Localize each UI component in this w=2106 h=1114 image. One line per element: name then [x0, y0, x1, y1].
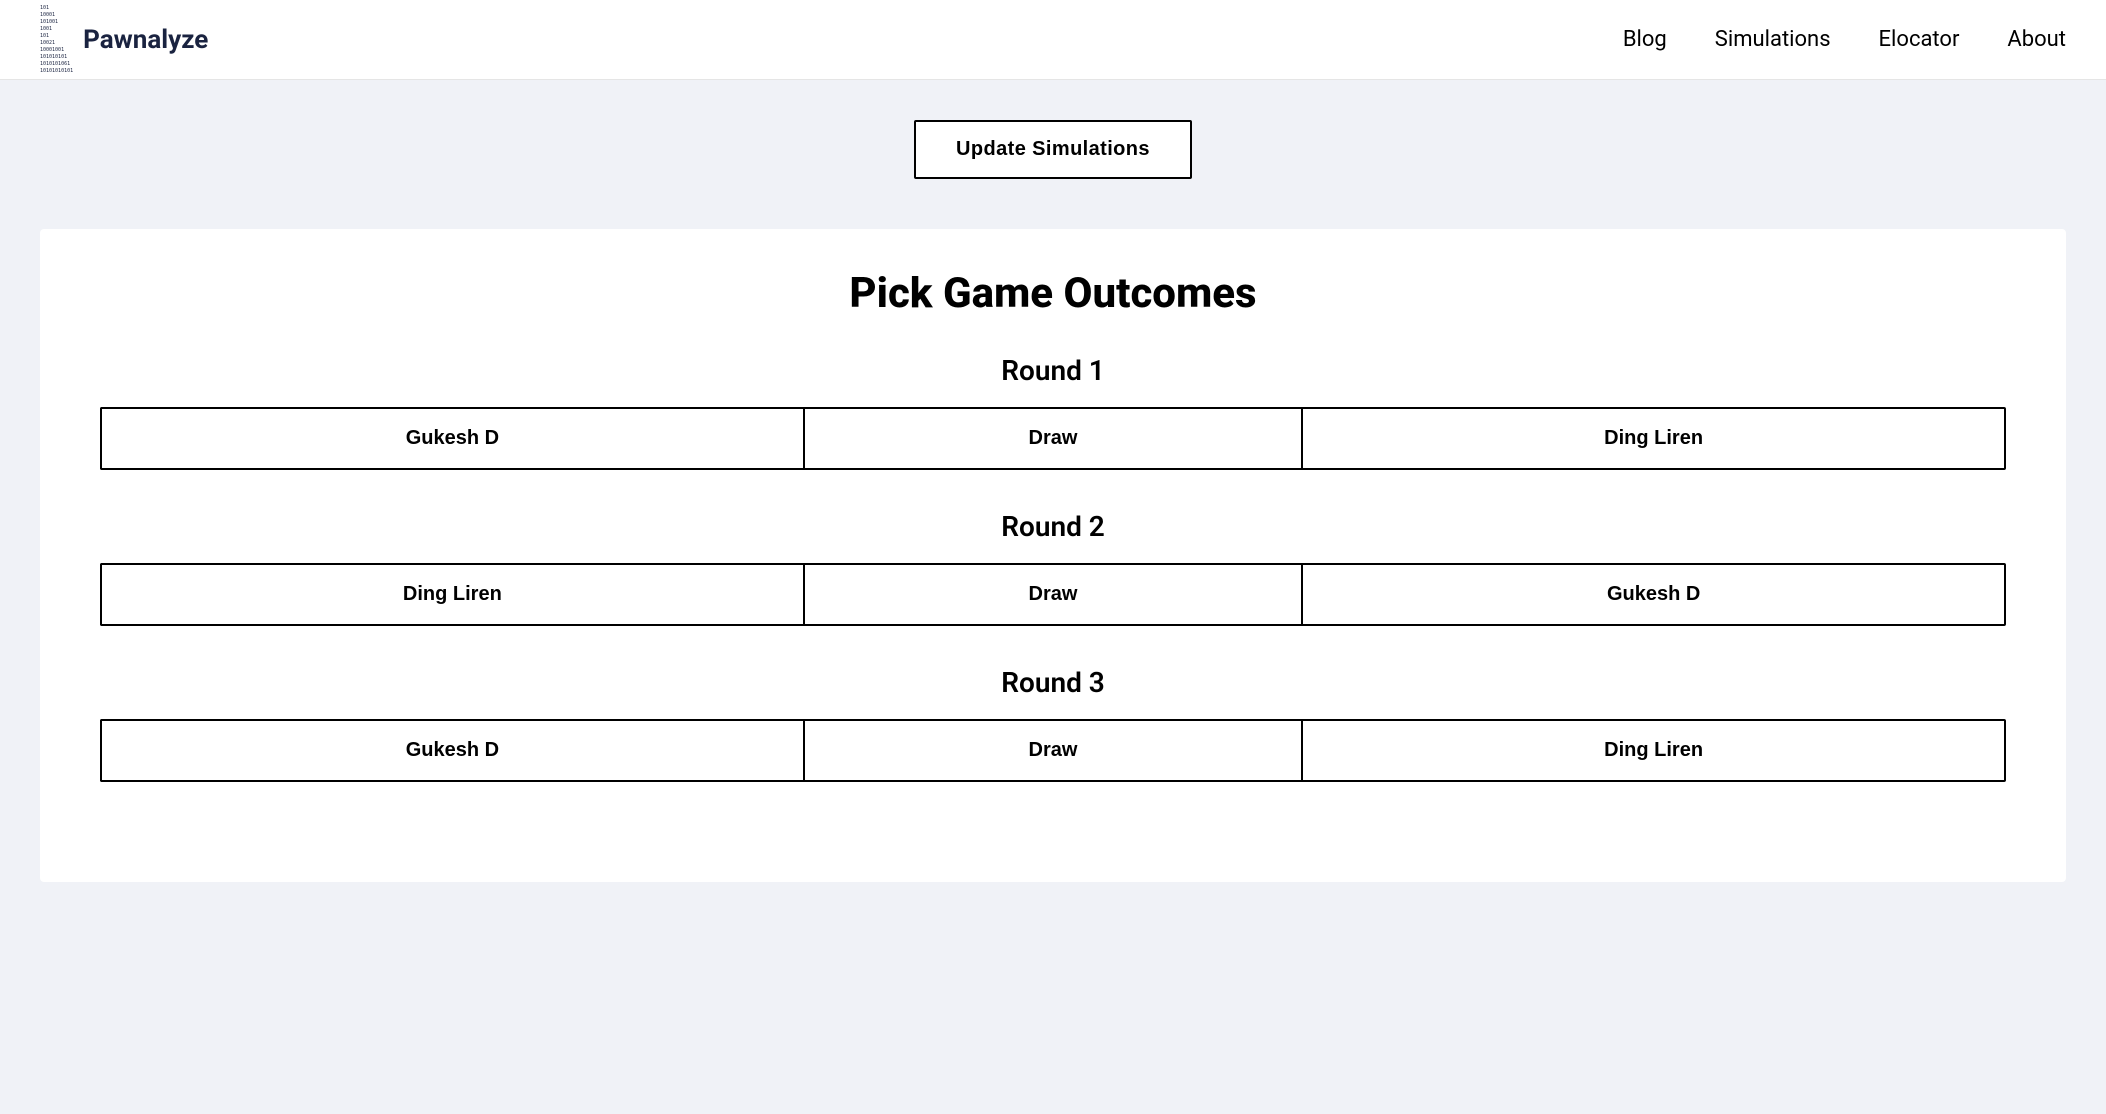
nav-link-blog[interactable]: Blog [1623, 27, 1667, 52]
nav-link-elocator[interactable]: Elocator [1879, 27, 1960, 52]
page-title: Pick Game Outcomes [100, 269, 2006, 318]
nav-link-simulations[interactable]: Simulations [1715, 27, 1831, 52]
round-3-draw-button[interactable]: Draw [803, 719, 1302, 782]
round-3-outcome-row: Gukesh D Draw Ding Liren [100, 719, 2006, 782]
round-3-player1-button[interactable]: Gukesh D [100, 719, 803, 782]
brand-icon: 101 10001 101001 1001 101 10021 10001001… [40, 5, 73, 74]
round-2-label: Round 2 [100, 510, 2006, 543]
round-2-player2-button[interactable]: Gukesh D [1301, 563, 2006, 626]
navbar-links: Blog Simulations Elocator About [1623, 27, 2066, 52]
round-3-section: Round 3 Gukesh D Draw Ding Liren [100, 666, 2006, 782]
round-1-outcome-row: Gukesh D Draw Ding Liren [100, 407, 2006, 470]
update-btn-wrapper: Update Simulations [0, 120, 2106, 189]
round-1-player1-button[interactable]: Gukesh D [100, 407, 803, 470]
nav-link-about[interactable]: About [2007, 27, 2066, 52]
round-1-player2-button[interactable]: Ding Liren [1301, 407, 2006, 470]
inner-container: Pick Game Outcomes Round 1 Gukesh D Draw… [40, 229, 2066, 882]
brand-name: Pawnalyze [83, 25, 208, 55]
round-3-label: Round 3 [100, 666, 2006, 699]
round-2-player1-button[interactable]: Ding Liren [100, 563, 803, 626]
round-2-section: Round 2 Ding Liren Draw Gukesh D [100, 510, 2006, 626]
round-2-outcome-row: Ding Liren Draw Gukesh D [100, 563, 2006, 626]
round-3-player2-button[interactable]: Ding Liren [1301, 719, 2006, 782]
round-2-draw-button[interactable]: Draw [803, 563, 1302, 626]
brand-logo[interactable]: 101 10001 101001 1001 101 10021 10001001… [40, 5, 208, 74]
main-content: Update Simulations Pick Game Outcomes Ro… [0, 80, 2106, 1114]
round-1-label: Round 1 [100, 354, 2006, 387]
round-1-section: Round 1 Gukesh D Draw Ding Liren [100, 354, 2006, 470]
navbar: 101 10001 101001 1001 101 10021 10001001… [0, 0, 2106, 80]
update-simulations-button[interactable]: Update Simulations [914, 120, 1192, 179]
round-1-draw-button[interactable]: Draw [803, 407, 1302, 470]
